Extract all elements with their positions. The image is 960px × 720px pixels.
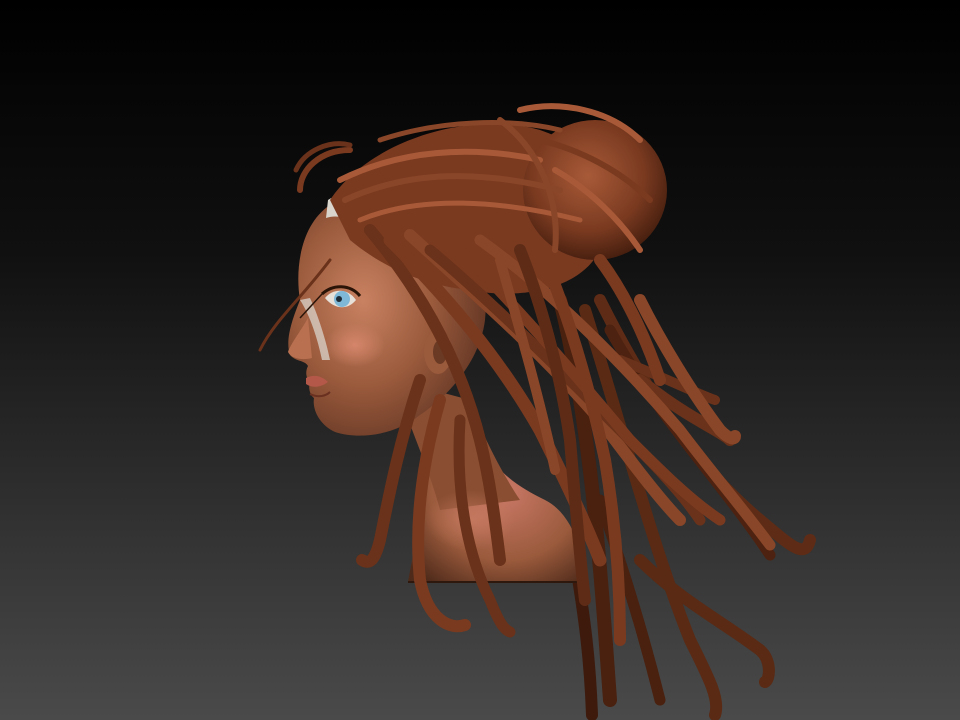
sculpt-render bbox=[0, 0, 960, 720]
background bbox=[0, 0, 960, 720]
cheek-blush bbox=[325, 323, 385, 367]
render-viewport bbox=[0, 0, 960, 720]
